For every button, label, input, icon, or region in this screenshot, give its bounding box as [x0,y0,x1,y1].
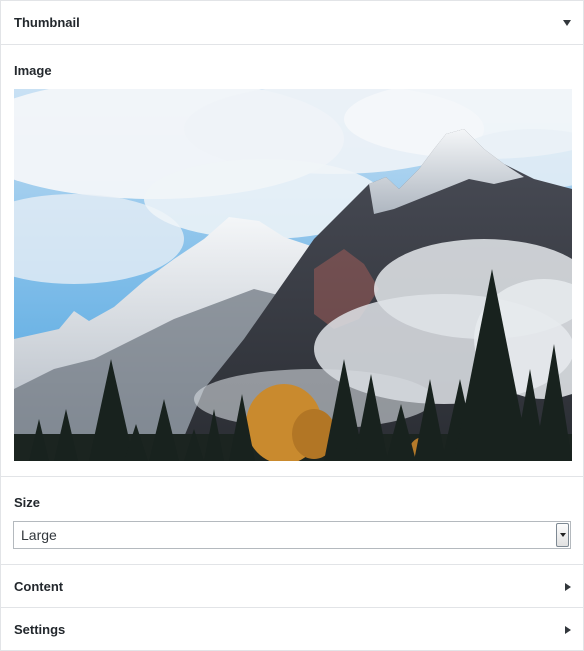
thumbnail-image[interactable] [14,89,572,461]
content-section-header[interactable]: Content [1,565,583,608]
size-select-value: Large [21,527,57,543]
thumbnail-section-header[interactable]: Thumbnail [1,1,583,44]
settings-section-header[interactable]: Settings [1,608,583,651]
thumbnail-section-title: Thumbnail [14,15,80,30]
mountain-photo [14,89,572,461]
header-divider [1,44,583,45]
image-divider [1,476,583,477]
size-field-label: Size [14,495,41,510]
settings-section-title: Settings [14,622,66,637]
chevron-right-icon[interactable] [565,582,571,591]
content-section-title: Content [14,579,64,594]
chevron-down-icon[interactable] [563,19,571,26]
size-select[interactable]: Large [13,521,571,549]
thumbnail-panel: Thumbnail Image Size Large Content Setti… [0,0,584,651]
dropdown-arrow-icon[interactable] [556,523,569,547]
chevron-right-icon[interactable] [565,625,571,634]
image-field-label: Image [14,63,52,78]
